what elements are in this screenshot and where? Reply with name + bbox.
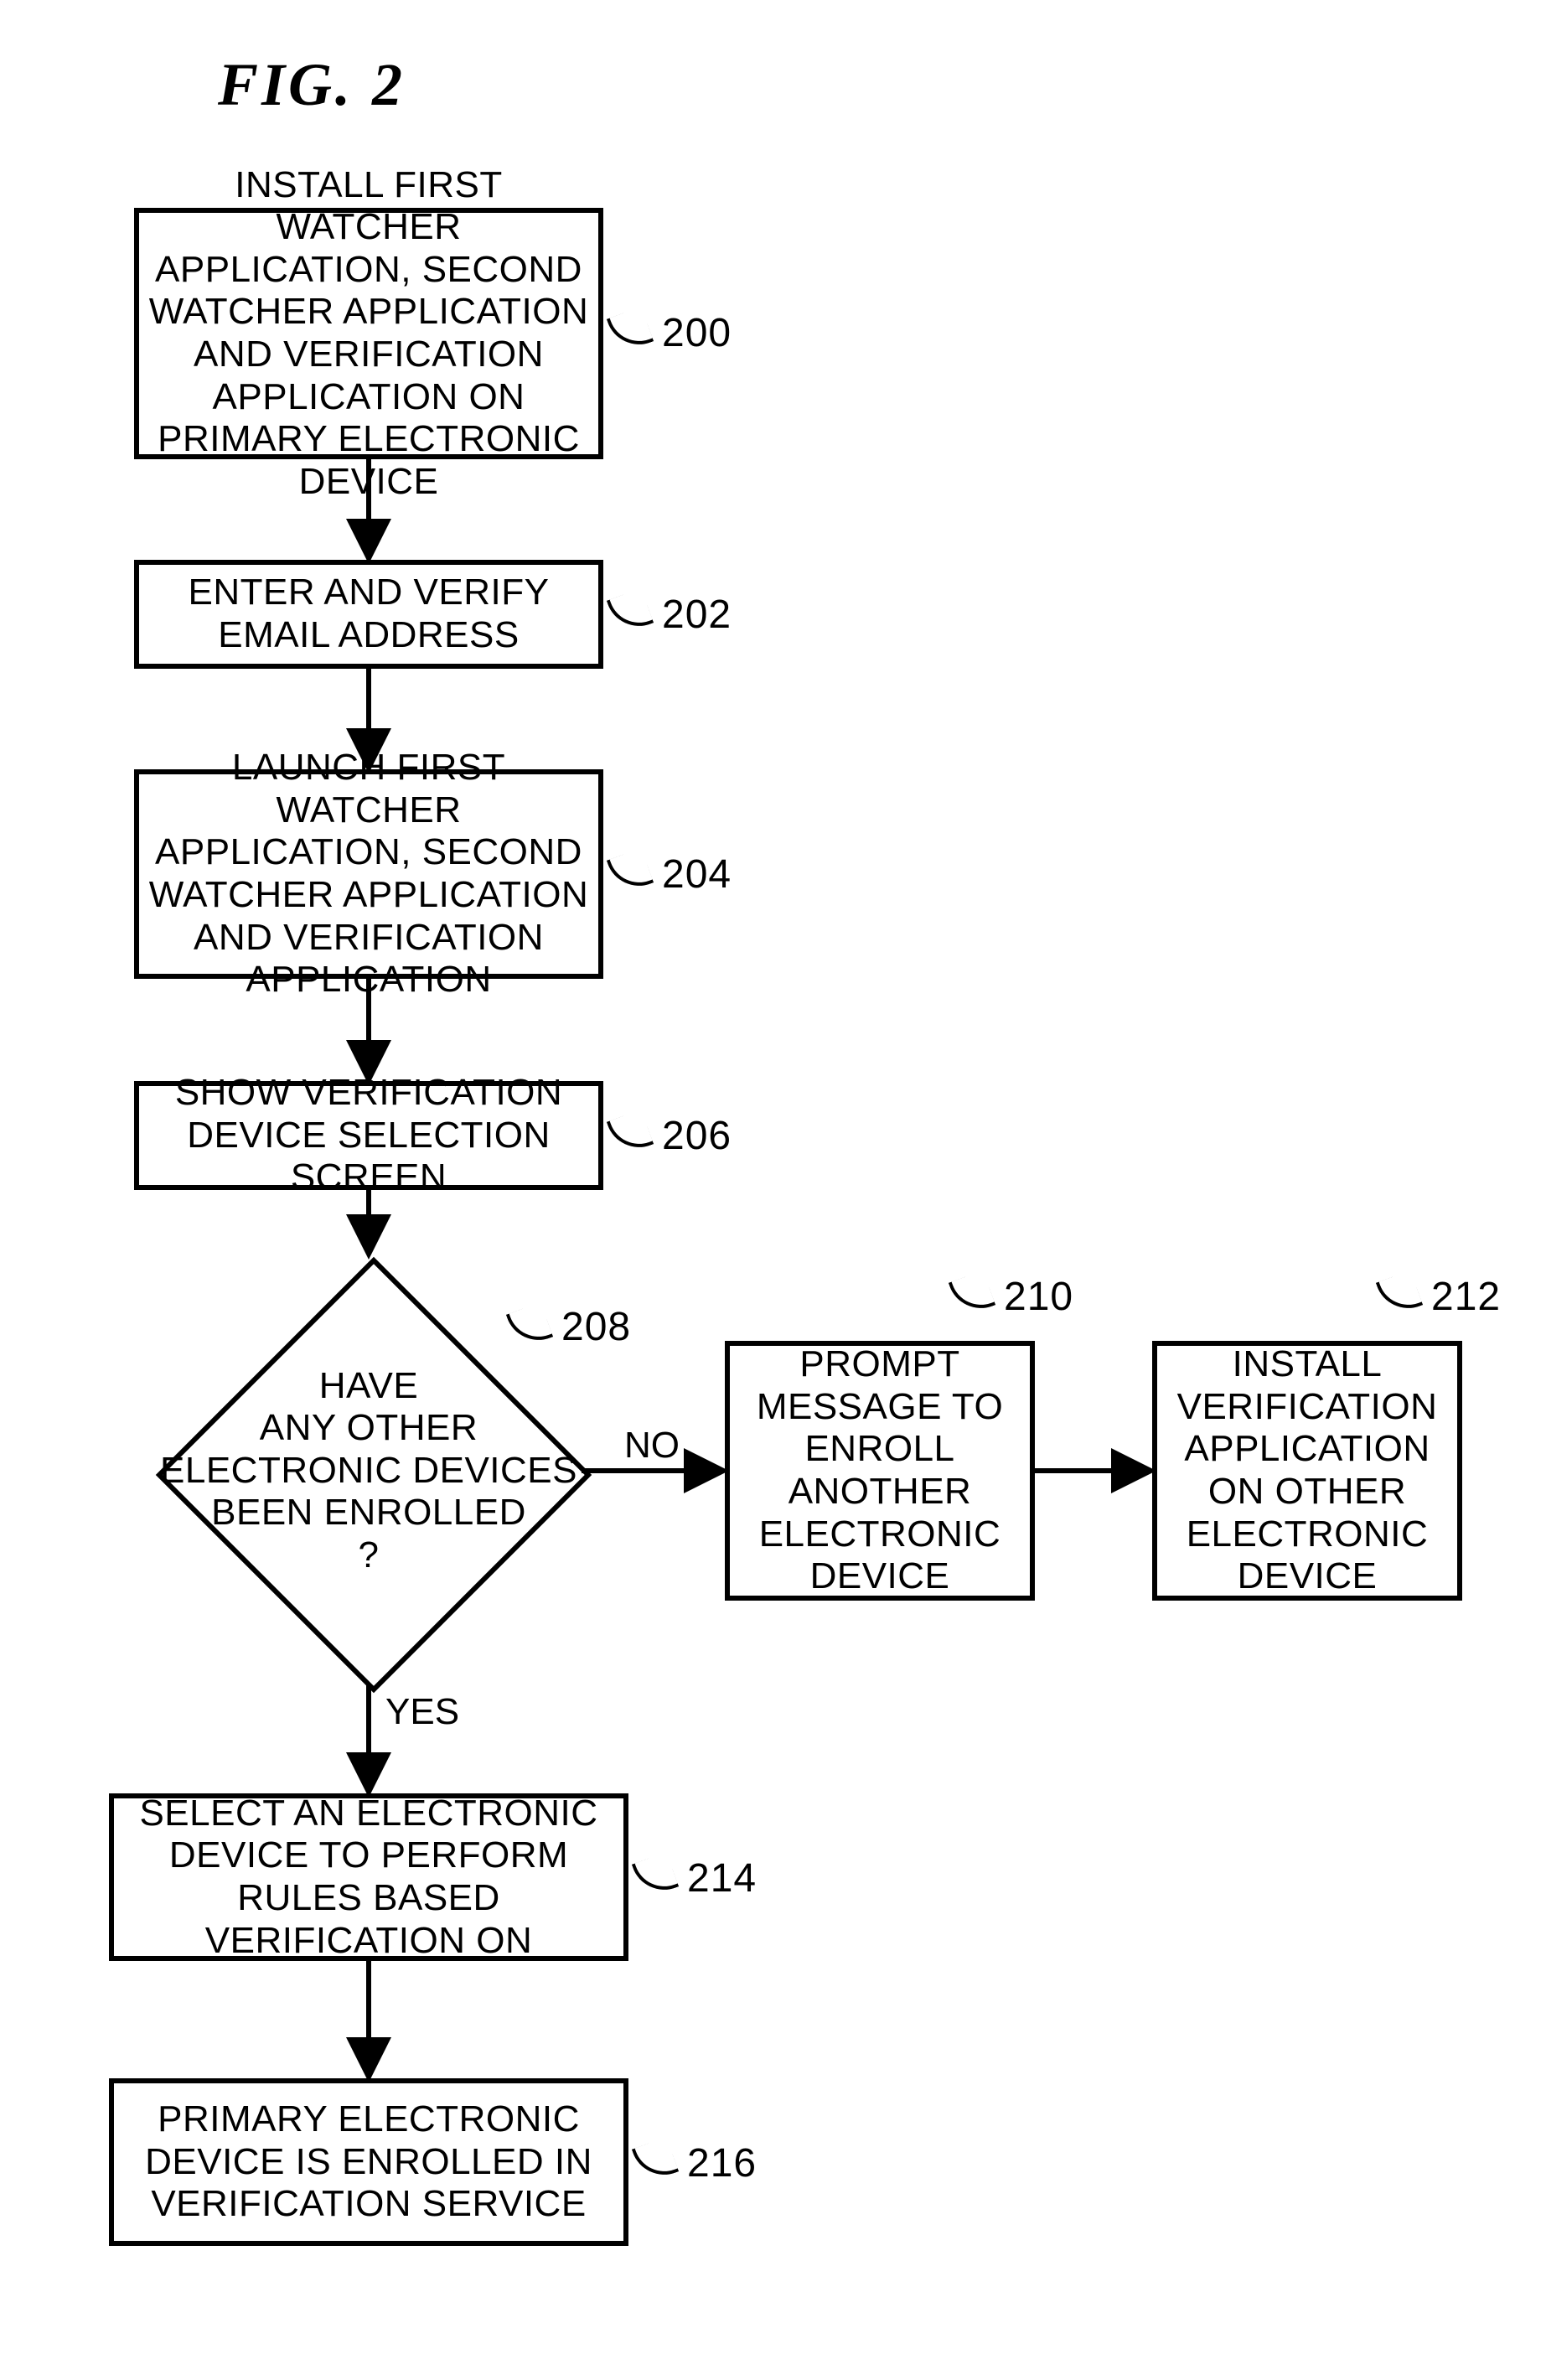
branch-no: NO (624, 1425, 680, 1467)
step-216-text: PRIMARY ELECTRONIC DEVICE IS ENROLLED IN… (122, 2098, 615, 2226)
ref-210: 210 (1004, 1274, 1073, 1320)
step-216: PRIMARY ELECTRONIC DEVICE IS ENROLLED IN… (109, 2078, 628, 2246)
step-202: ENTER AND VERIFY EMAIL ADDRESS (134, 560, 603, 669)
ref-214: 214 (687, 1855, 757, 1901)
step-212: INSTALL VERIFICATION APPLICATION ON OTHE… (1152, 1341, 1462, 1601)
ref-206: 206 (662, 1113, 732, 1159)
step-200-text: INSTALL FIRST WATCHER APPLICATION, SECON… (147, 164, 590, 504)
step-204: LAUNCH FIRST WATCHER APPLICATION, SECOND… (134, 769, 603, 979)
step-206-text: SHOW VERIFICATION DEVICE SELECTION SCREE… (147, 1072, 590, 1199)
step-204-text: LAUNCH FIRST WATCHER APPLICATION, SECOND… (147, 747, 590, 1001)
ref-212: 212 (1431, 1274, 1501, 1320)
ref-204: 204 (662, 851, 732, 898)
step-200: INSTALL FIRST WATCHER APPLICATION, SECON… (134, 208, 603, 459)
ref-202: 202 (662, 592, 732, 638)
ref-216: 216 (687, 2140, 757, 2186)
step-212-text: INSTALL VERIFICATION APPLICATION ON OTHE… (1166, 1343, 1449, 1598)
figure-title: FIG. 2 (218, 50, 406, 120)
ref-200: 200 (662, 310, 732, 356)
branch-yes: YES (385, 1691, 459, 1733)
flowchart-canvas: FIG. 2 INSTALL FIRST WATCHER APPLICATION… (0, 0, 1546, 2380)
step-210: PROMPT MESSAGE TO ENROLL ANOTHER ELECTRO… (725, 1341, 1035, 1601)
ref-208: 208 (561, 1304, 631, 1350)
step-210-text: PROMPT MESSAGE TO ENROLL ANOTHER ELECTRO… (738, 1343, 1021, 1598)
step-202-text: ENTER AND VERIFY EMAIL ADDRESS (189, 572, 550, 656)
step-214-text: SELECT AN ELECTRONIC DEVICE TO PERFORM R… (122, 1793, 615, 1962)
step-206: SHOW VERIFICATION DEVICE SELECTION SCREE… (134, 1081, 603, 1190)
step-214: SELECT AN ELECTRONIC DEVICE TO PERFORM R… (109, 1793, 628, 1961)
